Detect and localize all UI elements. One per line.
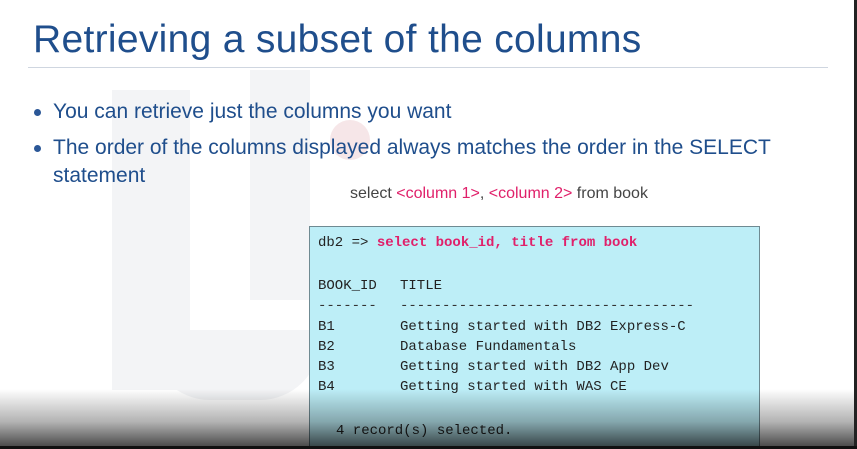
command-prompt: db2 => [318, 235, 377, 251]
bullet-text: The order of the columns displayed alway… [53, 136, 771, 187]
result-header: BOOK_ID TITLE [318, 277, 442, 295]
table-row: B4 Getting started with WAS CE [318, 378, 627, 396]
watermark-shape [150, 330, 320, 400]
bullet-text: You can retrieve just the columns you wa… [53, 100, 452, 123]
cell-title: Database Fundamentals [400, 339, 577, 355]
cell-title: Getting started with DB2 Express-C [400, 319, 686, 335]
bullet-item: You can retrieve just the columns you wa… [33, 98, 833, 126]
table-row: B3 Getting started with DB2 App Dev [318, 358, 669, 376]
syntax-column-2: <column 2> [488, 185, 573, 202]
command-line: db2 => select book_id, title from book [318, 234, 637, 252]
title-divider [28, 67, 828, 68]
result-footer: 4 record(s) selected. [336, 423, 513, 439]
slide: Retrieving a subset of the columns You c… [0, 0, 857, 449]
header-underline: ------- ---------------------------------… [318, 297, 694, 315]
cell-title: Getting started with WAS CE [400, 379, 627, 395]
cell-book-id: B4 [318, 379, 335, 395]
cell-title: Getting started with DB2 App Dev [400, 359, 669, 375]
bullet-list: You can retrieve just the columns you wa… [33, 98, 833, 198]
cell-book-id: B3 [318, 359, 335, 375]
bullet-dot-icon [34, 109, 41, 116]
cell-book-id: B1 [318, 319, 335, 335]
cell-book-id: B2 [318, 339, 335, 355]
header-underline-title: ----------------------------------- [400, 298, 695, 314]
header-title: TITLE [400, 278, 443, 294]
command-text: select book_id, title from book [376, 235, 638, 251]
syntax-separator: , [479, 185, 489, 202]
table-row: B1 Getting started with DB2 Express-C [318, 318, 686, 336]
terminal-output: db2 => select book_id, title from book B… [309, 226, 760, 449]
header-underline-id: ------- [318, 298, 377, 314]
bullet-dot-icon [34, 145, 41, 152]
syntax-line: select <column 1>, <column 2> from book [350, 185, 648, 203]
syntax-prefix: select [350, 185, 397, 202]
syntax-column-1: <column 1> [396, 185, 480, 202]
table-row: B2 Database Fundamentals [318, 338, 576, 356]
syntax-suffix: from book [572, 185, 648, 202]
slide-title: Retrieving a subset of the columns [33, 18, 642, 61]
bullet-item: The order of the columns displayed alway… [33, 134, 833, 190]
header-book-id: BOOK_ID [318, 278, 377, 294]
